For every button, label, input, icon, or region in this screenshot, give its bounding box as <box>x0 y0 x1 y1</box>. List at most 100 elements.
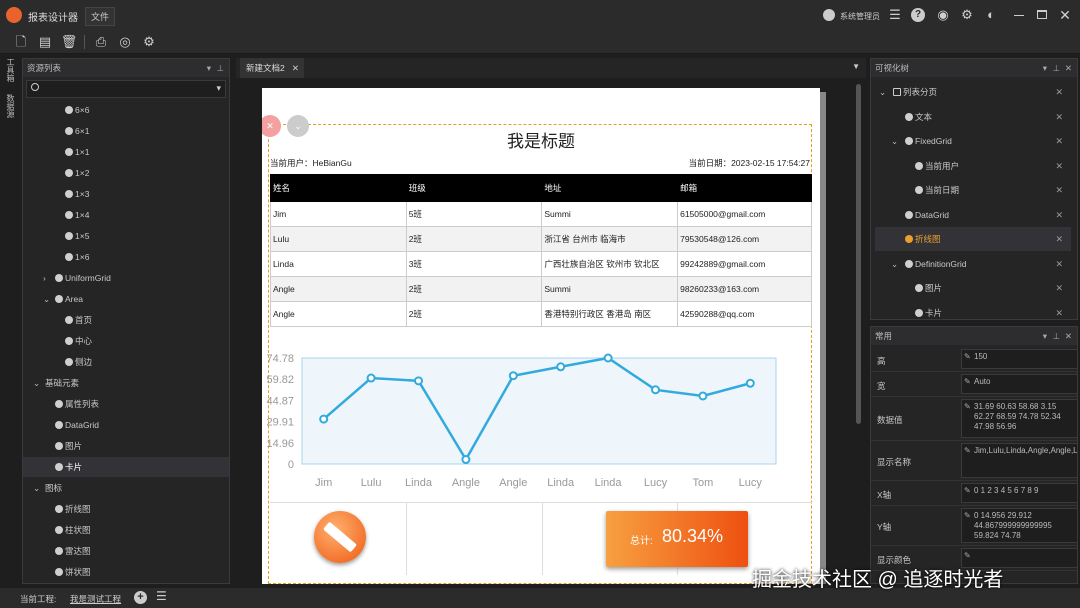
tree-item-content: 侧边 <box>65 352 92 372</box>
gear-icon[interactable]: ⚙ <box>958 6 976 24</box>
preview-icon[interactable]: ◎ <box>116 33 134 51</box>
table-cell: 2班 <box>405 301 543 327</box>
tree-item[interactable]: 柱状图 <box>23 520 229 540</box>
visual-tree-item[interactable]: 文本 ✕ <box>875 105 1071 129</box>
tree-item[interactable]: 1×3 <box>23 184 229 204</box>
delete-icon[interactable]: 🗑 <box>60 33 78 51</box>
tree-item[interactable]: 图片 <box>23 436 229 456</box>
chevron-down-icon[interactable]: ⌄ <box>33 373 40 393</box>
tree-item[interactable]: 6×1 <box>23 121 229 141</box>
tree-item[interactable]: 饼状图 <box>23 562 229 582</box>
tree-item-content: DataGrid <box>55 415 99 435</box>
tree-item[interactable]: 属性列表 <box>23 394 229 414</box>
remove-icon[interactable]: ✕ <box>1055 178 1063 202</box>
pin-icon[interactable]: ⊥ <box>1053 59 1060 77</box>
visual-tree-item[interactable]: 图片 ✕ <box>875 276 1071 300</box>
chevron-down-icon[interactable]: ⌄ <box>879 80 886 104</box>
visual-tree-item[interactable]: ⌄ DefinitionGrid ✕ <box>875 252 1071 276</box>
vertical-tab-toolbox[interactable]: 工具箱 <box>2 58 16 94</box>
component-icon <box>65 253 73 261</box>
panel-close-icon[interactable]: ✕ <box>1065 59 1072 77</box>
panel-menu-icon[interactable]: ▾ <box>207 59 211 77</box>
vertical-tab-datasource[interactable]: 数据源 <box>2 94 16 130</box>
remove-icon[interactable]: ✕ <box>1055 203 1063 227</box>
user-name[interactable]: 系统管理员 <box>840 11 880 22</box>
chevron-down-icon[interactable]: ⌄ <box>43 289 50 309</box>
visual-tree-item[interactable]: 折线图 ✕ <box>875 227 1071 251</box>
tree-group[interactable]: ⌄ Area <box>23 289 229 309</box>
minimize-icon[interactable] <box>1014 15 1024 16</box>
search-dropdown-icon[interactable]: ▾ <box>216 83 221 94</box>
panel-menu-icon[interactable]: ▾ <box>1043 59 1047 77</box>
remove-icon[interactable]: ✕ <box>1055 105 1063 129</box>
maximize-icon[interactable] <box>1037 10 1047 19</box>
tree-item[interactable]: 卡片 <box>23 457 229 477</box>
tab-list-icon[interactable]: ▼ <box>852 62 860 71</box>
panel-menu-icon[interactable]: ▾ <box>1043 327 1047 345</box>
chevron-down-icon[interactable]: ⌄ <box>33 478 40 498</box>
tab-close-icon[interactable]: ✕ <box>292 58 299 78</box>
list-icon[interactable]: ☰ <box>886 6 904 24</box>
tree-item[interactable]: DataGrid <box>23 415 229 435</box>
remove-icon[interactable]: ✕ <box>1055 301 1063 319</box>
visual-tree-item-label: 卡片 <box>925 307 943 318</box>
pin-icon[interactable]: ⊥ <box>1053 327 1060 345</box>
visual-tree-item-content: FixedGrid <box>905 129 952 153</box>
new-document-icon[interactable]: 🗋 <box>12 33 30 51</box>
visual-tree-item[interactable]: ⌄ 列表分页 ✕ <box>875 80 1071 104</box>
help-icon[interactable]: ? <box>911 8 925 22</box>
property-value-input[interactable]: 150 <box>961 349 1077 369</box>
tree-group[interactable]: ⌄ 图标 <box>23 478 229 498</box>
remove-icon[interactable]: ✕ <box>1055 276 1063 300</box>
tree-item[interactable]: 折线图 <box>23 499 229 519</box>
remove-icon[interactable]: ✕ <box>1055 227 1063 251</box>
add-project-icon[interactable]: + <box>134 591 147 604</box>
visual-tree-item-label: 当前日期 <box>925 185 960 195</box>
menu-file[interactable]: 文件 <box>85 7 116 26</box>
property-value-input[interactable]: 31.69 60.63 58.68 3.15 62.27 68.59 74.78… <box>961 399 1077 438</box>
tree-group[interactable]: › UniformGrid <box>23 268 229 288</box>
table-cell: Linda <box>270 251 407 277</box>
pin-icon[interactable]: ⊥ <box>217 59 224 77</box>
remove-icon[interactable]: ✕ <box>1055 154 1063 178</box>
property-value-input[interactable]: 0 1 2 3 4 5 6 7 8 9 <box>961 483 1077 503</box>
visual-tree-item[interactable]: 当前用户 ✕ <box>875 154 1071 178</box>
tree-item[interactable]: 中心 <box>23 331 229 351</box>
property-value-input[interactable]: Auto <box>961 374 1077 394</box>
tree-item[interactable]: 1×1 <box>23 142 229 162</box>
project-link[interactable]: 我是测试工程 <box>70 593 121 605</box>
tree-item[interactable]: 侧边 <box>23 352 229 372</box>
tree-item[interactable]: 1×4 <box>23 205 229 225</box>
document-tab[interactable]: 新建文档2 ✕ <box>240 58 304 78</box>
user-icon[interactable] <box>823 9 835 21</box>
tree-item[interactable]: 雷达图 <box>23 541 229 561</box>
tree-item[interactable]: 首页 <box>23 310 229 330</box>
chevron-right-icon[interactable]: › <box>43 268 46 288</box>
visual-tree-item[interactable]: ⌄ FixedGrid ✕ <box>875 129 1071 153</box>
tree-item[interactable]: 1×2 <box>23 163 229 183</box>
scrollbar[interactable] <box>856 84 861 424</box>
palette-icon[interactable]: ◐ <box>982 6 1000 24</box>
save-icon[interactable]: ▤ <box>36 33 54 51</box>
property-value-input[interactable]: Jim,Lulu,Linda,Angle,Angle,Linda,Linda,L… <box>961 443 1077 478</box>
eye-off-icon[interactable]: ◉ <box>934 6 952 24</box>
tree-group[interactable]: ⌄ 基础元素 <box>23 373 229 393</box>
remove-icon[interactable]: ✕ <box>1055 252 1063 276</box>
print-icon[interactable]: ⎙ <box>92 33 110 51</box>
project-list-icon[interactable]: ☰ <box>156 589 167 603</box>
remove-icon[interactable]: ✕ <box>1055 129 1063 153</box>
remove-icon[interactable]: ✕ <box>1055 80 1063 104</box>
tree-item[interactable]: 1×5 <box>23 226 229 246</box>
property-value-input[interactable]: 0 14.956 29.912 44.867999999999995 59.82… <box>961 508 1077 543</box>
chevron-down-icon[interactable]: ⌄ <box>891 252 898 276</box>
chevron-down-icon[interactable]: ⌄ <box>891 129 898 153</box>
resource-search[interactable]: ▾ <box>26 80 226 98</box>
visual-tree-item[interactable]: 卡片 ✕ <box>875 301 1071 319</box>
panel-close-icon[interactable]: ✕ <box>1065 327 1072 345</box>
visual-tree-item[interactable]: DataGrid ✕ <box>875 203 1071 227</box>
tree-item[interactable]: 1×6 <box>23 247 229 267</box>
close-icon[interactable]: ✕ <box>1056 6 1074 24</box>
visual-tree-item[interactable]: 当前日期 ✕ <box>875 178 1071 202</box>
settings-icon[interactable]: ⚙ <box>140 33 158 51</box>
tree-item[interactable]: 6×6 <box>23 100 229 120</box>
